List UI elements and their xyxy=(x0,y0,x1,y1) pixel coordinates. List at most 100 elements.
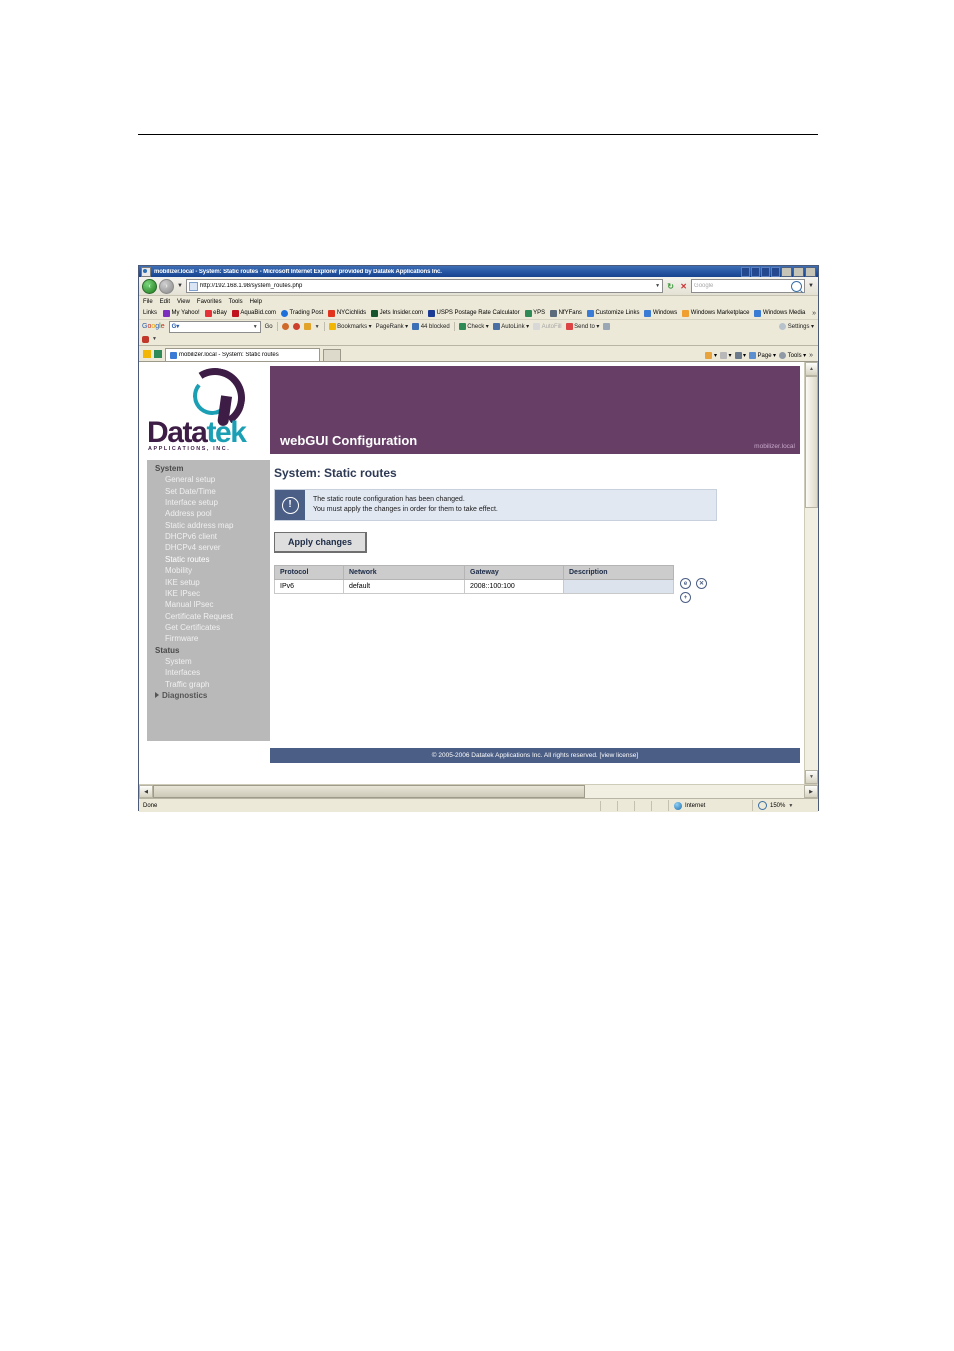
link-my-yahoo[interactable]: My Yahoo! xyxy=(163,309,200,317)
menu-view[interactable]: View xyxy=(177,299,190,305)
cell-description xyxy=(563,579,674,595)
google-popup-blocker-button[interactable]: 44 blocked xyxy=(412,323,450,330)
google-extra-icon-2[interactable] xyxy=(292,323,300,330)
vertical-scroll-thumb[interactable] xyxy=(805,376,818,508)
maximize-button[interactable] xyxy=(793,266,804,277)
sidebar-item-mobility[interactable]: Mobility xyxy=(147,565,270,576)
close-button[interactable] xyxy=(805,266,816,277)
sidebar-item-ike-ipsec[interactable]: IKE IPsec xyxy=(147,588,270,599)
home-icon[interactable]: ▾ xyxy=(705,352,717,359)
favorites-star-icon[interactable] xyxy=(143,350,151,358)
link-trading-post[interactable]: Trading Post xyxy=(281,309,323,317)
search-icon[interactable] xyxy=(791,280,803,292)
scroll-right-icon[interactable]: ▶ xyxy=(804,785,818,798)
minimize-button[interactable] xyxy=(781,266,792,277)
scroll-up-icon[interactable]: ▲ xyxy=(805,362,818,376)
sidebar-item-get-certificates[interactable]: Get Certificates xyxy=(147,622,270,633)
sidebar-item-interface-setup[interactable]: Interface setup xyxy=(147,497,270,508)
toolbar-app-icon[interactable] xyxy=(142,335,149,343)
security-zone-indicator[interactable]: Internet xyxy=(668,800,752,811)
new-tab-button[interactable] xyxy=(323,349,341,361)
scroll-left-icon[interactable]: ◀ xyxy=(139,785,153,798)
links-overflow-icon[interactable]: » xyxy=(812,310,818,317)
scroll-down-icon[interactable]: ▼ xyxy=(805,770,818,784)
add-to-favorites-icon[interactable] xyxy=(154,350,162,358)
banner-hostname: mobilizer.local xyxy=(754,443,795,450)
link-windows[interactable]: Windows xyxy=(644,309,677,317)
vertical-scrollbar[interactable]: ▲ ▼ xyxy=(804,362,818,784)
link-windows-marketplace[interactable]: Windows Marketplace xyxy=(682,309,749,317)
sidebar-item-firmware[interactable]: Firmware xyxy=(147,633,270,644)
address-chevron-down-icon[interactable]: ▼ xyxy=(655,283,660,289)
menu-help[interactable]: Help xyxy=(250,299,262,305)
sidebar-group-diagnostics[interactable]: Diagnostics xyxy=(147,690,270,701)
toolbar-block-3 xyxy=(761,266,770,277)
tab-toolbar-overflow-icon[interactable]: » xyxy=(809,352,815,359)
sidebar-item-status-system[interactable]: System xyxy=(147,656,270,667)
google-search-input[interactable]: G▾ ▼ xyxy=(168,320,261,333)
link-customize-links[interactable]: Customize Links xyxy=(586,309,639,317)
google-search-chevron-down-icon[interactable]: ▼ xyxy=(253,324,258,330)
sidebar-item-address-pool[interactable]: Address pool xyxy=(147,508,270,519)
address-input[interactable]: http://192.168.1.98/system_routes.php ▼ xyxy=(185,279,664,293)
sidebar-item-certificate-request[interactable]: Certificate Request xyxy=(147,611,270,622)
link-usps-calculator[interactable]: USPS Postage Rate Calculator xyxy=(428,309,520,317)
sidebar-item-set-date-time[interactable]: Set Date/Time xyxy=(147,485,270,496)
secondary-toolbar-chevron-down-icon[interactable]: ▼ xyxy=(152,336,157,342)
zoom-chevron-down-icon[interactable]: ▼ xyxy=(788,803,793,809)
google-extra-chevron-down-icon[interactable]: ▼ xyxy=(315,324,320,330)
add-icon[interactable]: + xyxy=(680,592,691,604)
refresh-icon[interactable]: ↻ xyxy=(665,281,676,292)
sidebar-item-general-setup[interactable]: General setup xyxy=(147,474,270,485)
google-settings-button[interactable]: Settings ▾ xyxy=(779,323,818,330)
sidebar-item-static-address-map[interactable]: Static address map xyxy=(147,520,270,531)
recent-pages-chevron-icon[interactable]: ▼ xyxy=(176,283,184,289)
menu-file[interactable]: File xyxy=(143,299,153,305)
sidebar-item-manual-ipsec[interactable]: Manual IPsec xyxy=(147,599,270,610)
page-menu-button[interactable]: Page ▾ xyxy=(749,352,776,359)
google-sendto-button[interactable]: Send to ▾ xyxy=(565,323,599,330)
sidebar-item-status-interfaces[interactable]: Interfaces xyxy=(147,667,270,678)
search-input[interactable]: Google xyxy=(691,279,806,293)
google-bookmarks-button[interactable]: Bookmarks ▾ xyxy=(328,323,372,330)
sidebar-item-ike-setup[interactable]: IKE setup xyxy=(147,576,270,587)
ebay-icon xyxy=(204,309,212,317)
link-aquabid[interactable]: AquaBid.com xyxy=(231,309,276,317)
menu-favorites[interactable]: Favorites xyxy=(197,299,222,305)
link-jets-insider[interactable]: Jets Insider.com xyxy=(371,309,423,317)
delete-icon[interactable]: ✕ xyxy=(696,578,707,590)
menu-tools[interactable]: Tools xyxy=(229,299,243,305)
back-icon[interactable]: ‹ xyxy=(142,278,157,294)
tools-menu-button[interactable]: Tools ▾ xyxy=(779,352,806,359)
tab-static-routes[interactable]: mobilizer.local - System: Static routes xyxy=(165,348,320,361)
link-yps[interactable]: YPS xyxy=(524,309,545,317)
vertical-scroll-track[interactable] xyxy=(805,508,818,770)
link-windows-media[interactable]: Windows Media xyxy=(754,309,805,317)
menu-edit[interactable]: Edit xyxy=(160,299,170,305)
sidebar-item-dhcpv4-server[interactable]: DHCPv4 server xyxy=(147,542,270,553)
print-icon[interactable]: ▾ xyxy=(734,352,746,359)
link-nycichlids[interactable]: NYCichlids xyxy=(328,309,366,317)
sidebar-item-dhcpv6-client[interactable]: DHCPv6 client xyxy=(147,531,270,542)
horizontal-scroll-thumb[interactable] xyxy=(153,785,585,798)
feeds-icon[interactable]: ▾ xyxy=(720,352,732,359)
table-row[interactable]: IPv6 default 2008::100:100 xyxy=(274,579,674,595)
google-extra-icon-3[interactable] xyxy=(303,323,311,330)
edit-icon[interactable]: e xyxy=(680,578,691,590)
link-nfyfans[interactable]: NfYFans xyxy=(550,309,582,317)
google-extra-icon-1[interactable] xyxy=(281,323,289,330)
horizontal-scrollbar[interactable]: ◀ ▶ xyxy=(139,784,818,798)
sidebar-item-traffic-graph[interactable]: Traffic graph xyxy=(147,678,270,689)
google-pagerank-indicator[interactable]: PageRank ▾ xyxy=(376,323,409,331)
sidebar-item-static-routes[interactable]: Static routes xyxy=(147,554,270,565)
google-pencil-icon[interactable] xyxy=(603,323,611,330)
google-spellcheck-button[interactable]: Check ▾ xyxy=(458,323,489,330)
google-go-button[interactable]: Go xyxy=(265,324,273,330)
google-autolink-button[interactable]: AutoLink ▾ xyxy=(492,323,529,330)
link-ebay[interactable]: eBay xyxy=(204,309,227,317)
forward-icon[interactable]: › xyxy=(159,278,174,294)
apply-changes-button[interactable]: Apply changes xyxy=(274,532,368,554)
zoom-control[interactable]: 150% ▼ xyxy=(752,800,818,811)
stop-icon[interactable]: ✕ xyxy=(678,281,689,292)
search-chevron-down-icon[interactable]: ▼ xyxy=(807,283,815,289)
